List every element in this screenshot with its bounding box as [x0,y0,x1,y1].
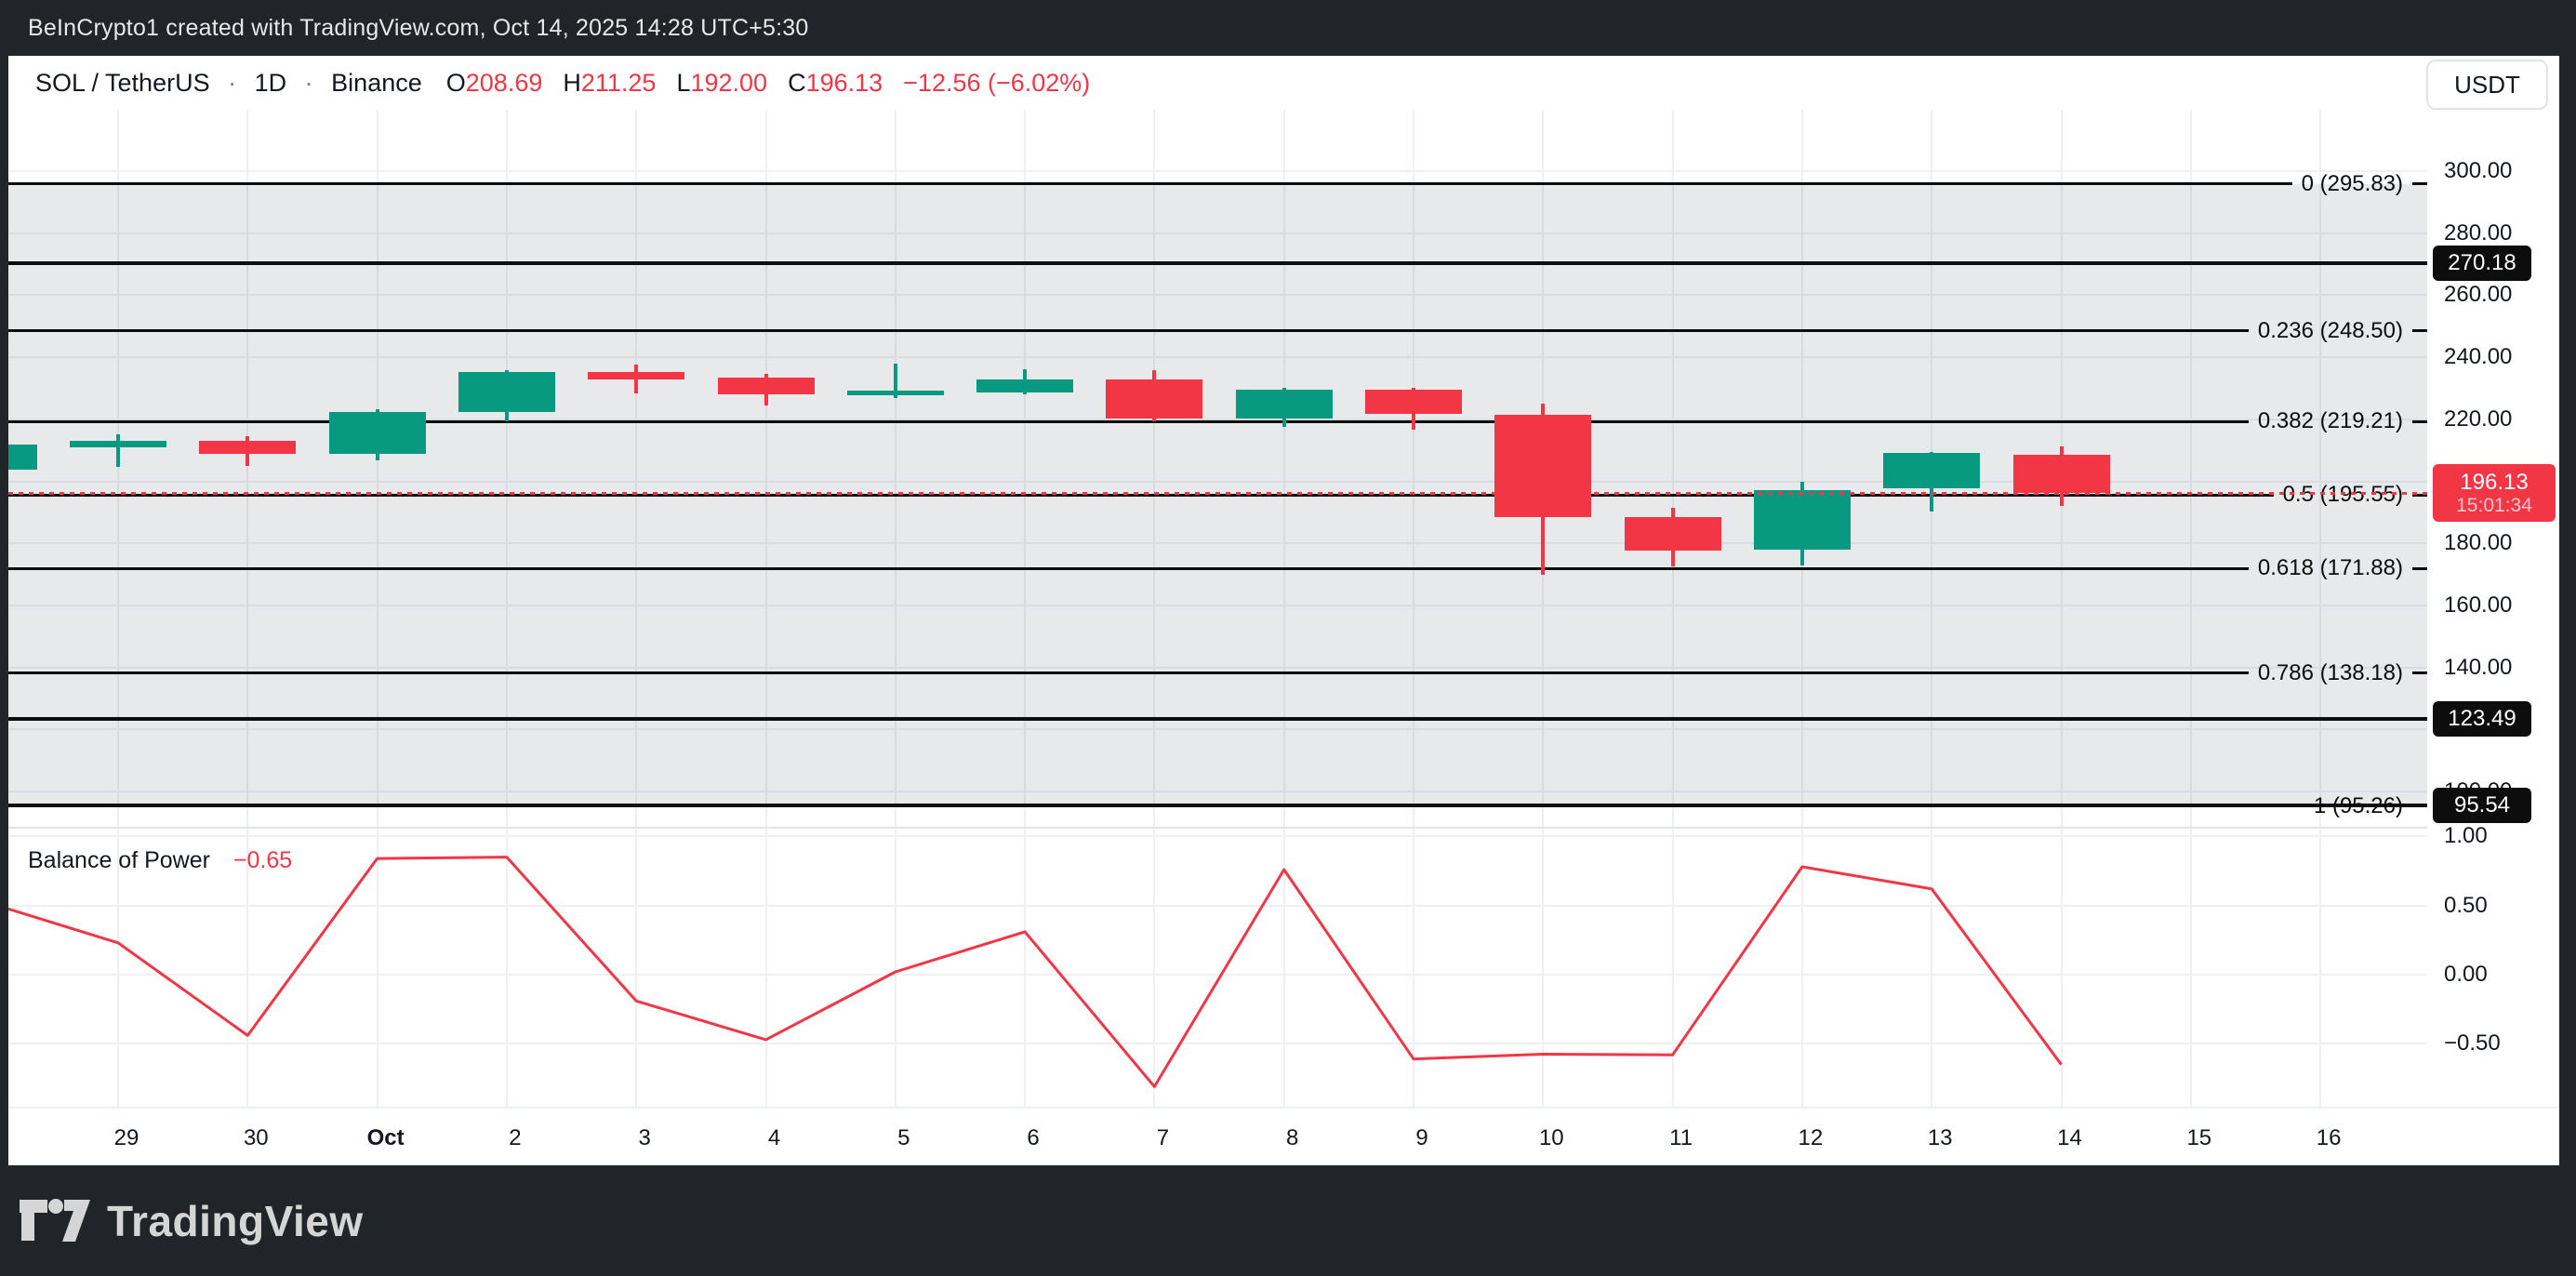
separator-dot: · [305,69,313,97]
ohlc-L: L192.00 [676,69,767,98]
symbol-title: SOL / TetherUS · 1D · Binance [35,69,422,98]
indicator-value: −0.65 [233,847,292,873]
indicator-tick-label: −0.50 [2444,1030,2501,1057]
price-tick-label: 240.00 [2444,344,2512,370]
time-label-8: 8 [1286,1125,1298,1151]
currency-toggle-button[interactable]: USDT [2426,60,2548,110]
time-label-11: 11 [1669,1125,1693,1151]
chart-header: SOL / TetherUS · 1D · Binance O208.69 H21… [8,56,2559,111]
indicator-tick-label: 0.50 [2444,893,2488,919]
time-label-16: 16 [2317,1125,2342,1151]
tradingview-logo-icon [20,1199,92,1243]
chart-card: SOL / TetherUS · 1D · Binance O208.69 H21… [8,56,2559,1165]
price-tick-label: 220.00 [2444,406,2512,432]
time-label-oct: Oct [367,1125,405,1151]
separator-dot: · [228,69,236,97]
time-label-3: 3 [639,1125,651,1151]
indicator-tick-label: 0.00 [2444,962,2488,988]
last-price-line [8,492,2427,495]
time-label-29: 29 [114,1125,139,1151]
indicator-legend[interactable]: Balance of Power −0.65 [28,847,292,874]
time-label-7: 7 [1157,1125,1169,1151]
last-price-badge: 196.1315:01:34 [2433,464,2556,522]
attribution-bar: BeInCrypto1 created with TradingView.com… [0,0,2576,56]
interval-label: 1D [255,69,287,97]
time-label-4: 4 [768,1125,780,1151]
ohlc-O: O208.69 [446,69,543,98]
tradingview-snapshot: BeInCrypto1 created with TradingView.com… [0,0,2576,1276]
exchange-label: Binance [331,69,422,97]
balance-of-power-line [8,110,2427,1107]
ohlc-H: H211.25 [563,69,656,98]
time-label-12: 12 [1799,1125,1824,1151]
indicator-title: Balance of Power [28,847,210,873]
time-label-10: 10 [1539,1125,1564,1151]
price-tick-label: 280.00 [2444,220,2512,246]
price-axis[interactable]: 300.00280.00260.00240.00220.00200.00180.… [2427,110,2559,1107]
tradingview-wordmark: TradingView [107,1196,364,1246]
ohlc-values: O208.69 H211.25 L192.00 C196.13 [446,69,883,98]
change-value: −12.56 (−6.02%) [903,69,1090,98]
ohlc-C: C196.13 [788,69,883,98]
time-label-9: 9 [1415,1125,1427,1151]
time-label-2: 2 [509,1125,521,1151]
time-label-30: 30 [244,1125,269,1151]
price-tick-label: 260.00 [2444,282,2512,308]
price-line-badge: 123.49 [2433,701,2531,737]
time-label-14: 14 [2057,1125,2082,1151]
time-label-6: 6 [1027,1125,1039,1151]
time-label-15: 15 [2186,1125,2211,1151]
chart-plot-area[interactable]: 0 (295.83)0.236 (248.50)0.382 (219.21)0.… [8,110,2427,1107]
price-tick-label: 300.00 [2444,158,2512,184]
price-tick-label: 140.00 [2444,655,2512,681]
time-label-5: 5 [897,1125,910,1151]
price-tick-label: 180.00 [2444,530,2512,556]
price-line-badge: 95.54 [2433,788,2531,823]
price-tick-label: 160.00 [2444,592,2512,618]
attribution-text: BeInCrypto1 created with TradingView.com… [28,15,809,42]
price-line-badge: 270.18 [2433,246,2531,281]
indicator-tick-label: 1.00 [2444,823,2488,849]
time-axis[interactable]: 29 30 Oct 2 3 4 5 6 7 8 9 10 11 12 13 14 15 16 [8,1107,2559,1167]
time-label-13: 13 [1928,1125,1953,1151]
footer-bar: TradingView [0,1165,2576,1276]
